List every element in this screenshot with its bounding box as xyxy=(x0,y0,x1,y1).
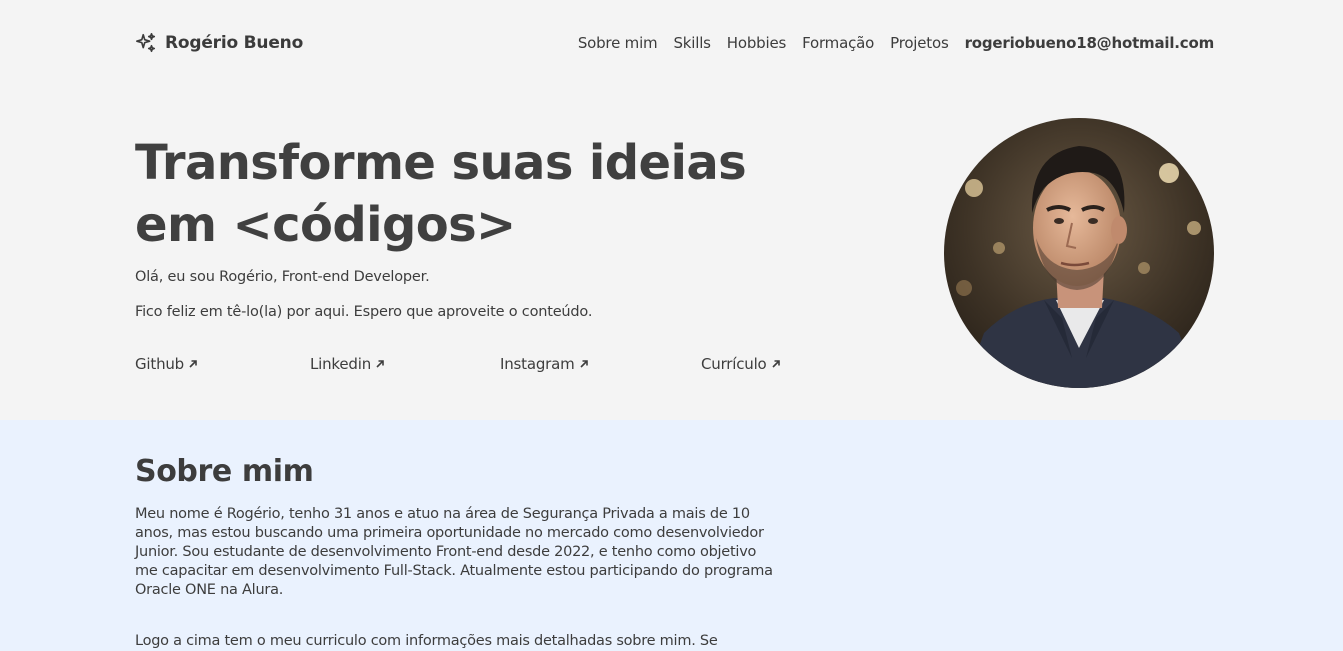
about-section: Sobre mim Meu nome é Rogério, tenho 31 a… xyxy=(0,420,1343,651)
brand-name: Rogério Bueno xyxy=(165,33,304,53)
hero-title-line-1: Transforme suas ideias xyxy=(135,135,747,191)
site-header: Rogério Bueno Sobre mim Skills Hobbies F… xyxy=(0,0,1343,88)
github-link-label: Github xyxy=(135,355,185,373)
page: Rogério Bueno Sobre mim Skills Hobbies F… xyxy=(0,0,1343,651)
arrow-up-right-icon xyxy=(771,360,780,368)
profile-photo xyxy=(944,118,1214,388)
arrow-up-right-icon xyxy=(189,360,197,368)
nav-link-email[interactable]: rogeriobueno18@hotmail.com xyxy=(965,34,1215,52)
nav-link-skills[interactable]: Skills xyxy=(673,34,711,52)
brand[interactable]: Rogério Bueno xyxy=(135,31,303,55)
instagram-link[interactable]: Instagram xyxy=(500,355,589,373)
nav-link-hobbies[interactable]: Hobbies xyxy=(727,34,787,52)
sparkles-icon xyxy=(136,33,156,53)
arrow-up-right-icon xyxy=(579,360,588,368)
about-title: Sobre mim xyxy=(135,454,314,489)
linkedin-link[interactable]: Linkedin xyxy=(310,355,385,373)
github-link[interactable]: Github xyxy=(135,355,198,373)
hero-title-line-2: em <códigos> xyxy=(135,197,516,253)
about-paragraph-2: Logo a cima tem o meu curriculo com info… xyxy=(135,633,718,649)
hero-title: Transforme suas ideias em <códigos> xyxy=(135,132,835,256)
hero-intro: Olá, eu sou Rogério, Front-end Developer… xyxy=(135,269,430,285)
profile-photo-illustration xyxy=(944,118,1214,388)
nav-link-projetos[interactable]: Projetos xyxy=(890,34,949,52)
main-nav: Sobre mim Skills Hobbies Formação Projet… xyxy=(578,31,1214,55)
nav-link-formacao[interactable]: Formação xyxy=(802,34,874,52)
instagram-link-label: Instagram xyxy=(500,355,575,373)
nav-link-sobre-mim[interactable]: Sobre mim xyxy=(578,34,658,52)
curriculo-link-label: Currículo xyxy=(701,355,767,373)
about-paragraph-1: Meu nome é Rogério, tenho 31 anos e atuo… xyxy=(135,506,773,598)
arrow-up-right-icon xyxy=(376,360,384,368)
curriculo-link[interactable]: Currículo xyxy=(701,355,781,373)
linkedin-link-label: Linkedin xyxy=(310,355,372,373)
social-links: Github Linkedin Instagram Currículo xyxy=(0,355,800,375)
hero-welcome: Fico feliz em tê-lo(la) por aqui. Espero… xyxy=(135,304,593,320)
